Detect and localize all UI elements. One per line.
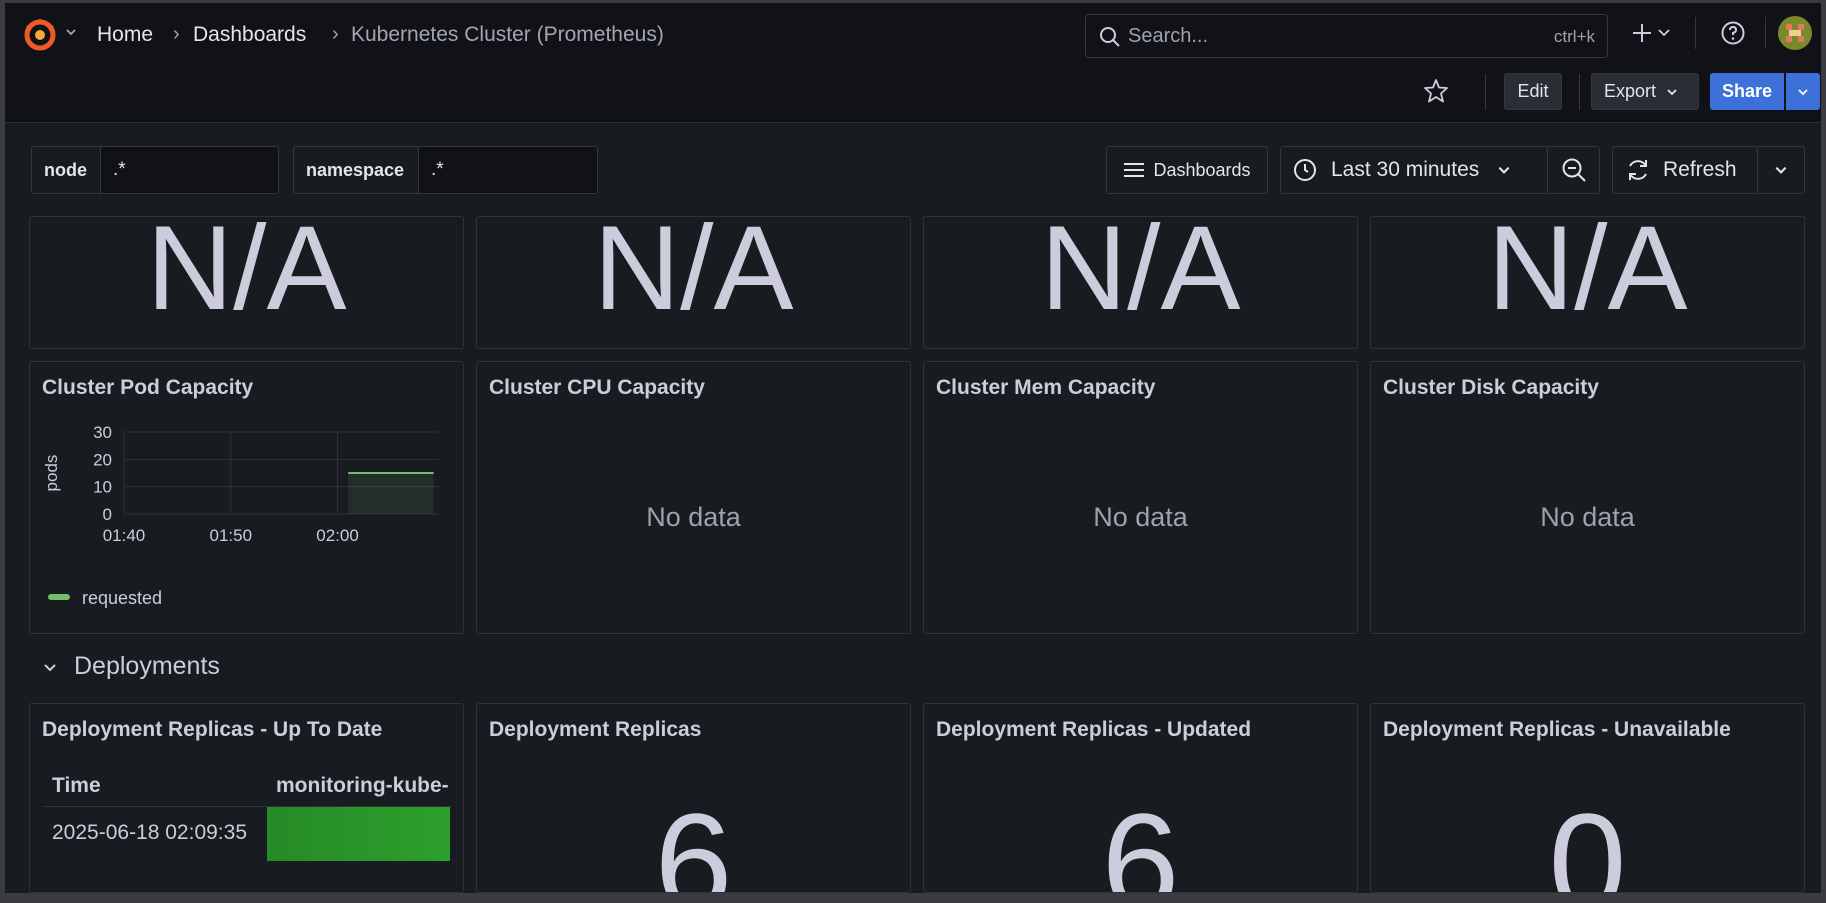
share-options-button[interactable] [1786,73,1820,110]
deployment-replicas-panel[interactable]: Deployment Replicas 6 [476,703,911,893]
table-header-series[interactable]: monitoring-kube- [276,774,462,798]
y-tick-label: 20 [93,450,112,469]
refresh-interval-button[interactable] [1757,146,1805,194]
panel-title: Cluster Mem Capacity [936,376,1156,399]
dashboards-button[interactable]: Dashboards [1106,146,1268,194]
stat-value: 6 [1101,784,1180,893]
cluster-disk-capacity-panel[interactable]: Cluster Disk Capacity No data [1370,361,1805,634]
table-row-divider [42,892,452,893]
share-button[interactable]: Share [1710,73,1784,110]
x-tick-label: 02:00 [316,526,359,545]
y-axis-label: pods [42,455,61,492]
breadcrumb-separator: › [332,23,339,45]
chevron-down-icon [1667,88,1677,95]
chevron-down-icon [1498,166,1510,174]
chevron-down-icon [1775,166,1787,174]
stat-value: N/A [1487,216,1688,335]
clock-icon [1294,159,1316,181]
deployment-replicas-up-to-date-panel[interactable]: Deployment Replicas - Up To Date Time mo… [29,703,464,893]
star-icon[interactable] [1423,78,1449,104]
menu-icon [1124,163,1145,177]
table-row[interactable]: 2025-06-18 02:09:35 [42,807,452,861]
series-area-requested [348,473,434,514]
deployment-replicas-unavailable-panel[interactable]: Deployment Replicas - Unavailable 0 [1370,703,1805,893]
zoom-out-icon [1562,158,1586,182]
stat-value: 0 [1548,784,1627,893]
row-collapse-chevron-icon[interactable] [42,661,58,675]
breadcrumb-home[interactable]: Home [97,23,153,47]
variable-namespace-select[interactable]: .* [419,146,598,194]
panel-title: Deployment Replicas - Unavailable [1383,718,1731,741]
cluster-mem-capacity-panel[interactable]: Cluster Mem Capacity No data [923,361,1358,634]
search-icon [1099,26,1121,48]
time-range-label: Last 30 minutes [1331,158,1480,181]
edit-button[interactable]: Edit [1504,73,1562,110]
chevron-down-icon [1798,88,1808,95]
stat-value: N/A [593,216,794,335]
panel-title: Deployment Replicas - Up To Date [42,718,383,741]
stat-value: N/A [1040,216,1241,335]
dashboard-toolbar: Edit Export Share [5,62,1821,123]
panel-title: Cluster Pod Capacity [42,376,254,399]
user-avatar[interactable] [1778,16,1812,50]
stat-panel[interactable]: N/A [923,216,1358,349]
search-shortcut: ctrl+k [1553,27,1595,46]
panel-title: Cluster CPU Capacity [489,376,705,399]
breadcrumb-current: Kubernetes Cluster (Prometheus) [351,23,664,46]
time-range-picker[interactable]: Last 30 minutes [1280,146,1548,194]
zoom-out-button[interactable] [1547,146,1600,194]
legend-swatch [48,594,70,600]
cluster-pod-capacity-panel[interactable]: Cluster Pod Capacity 30 20 10 0 01:40 01:50 02… [29,361,464,634]
stat-value: N/A [146,216,347,335]
search-input[interactable]: Search... ctrl+k [1085,14,1608,58]
y-tick-label: 30 [93,423,112,442]
no-data-message: No data [646,502,741,532]
grafana-logo-icon[interactable] [20,14,60,54]
divider [1695,17,1696,49]
variable-node-label: node [31,146,101,194]
deployment-replicas-updated-panel[interactable]: Deployment Replicas - Updated 6 [923,703,1358,893]
stat-panel[interactable]: N/A [476,216,911,349]
table-cell-value [267,807,450,861]
top-nav: Home › Dashboards › Kubernetes Cluster (… [5,3,1821,63]
panel-title: Deployment Replicas [489,718,702,741]
refresh-label: Refresh [1663,158,1737,181]
panel-title: Cluster Disk Capacity [1383,376,1599,399]
pod-capacity-chart: 30 20 10 0 01:40 01:50 02:00 pods [42,423,439,545]
table-header-time[interactable]: Time [52,774,101,798]
x-tick-label: 01:50 [210,526,253,545]
divider [1485,74,1486,110]
breadcrumb-dashboards[interactable]: Dashboards [193,23,306,47]
breadcrumb-separator: › [173,23,180,45]
stat-panel[interactable]: N/A [1370,216,1805,349]
y-tick-label: 10 [93,478,112,497]
divider [1579,74,1580,110]
divider [1765,17,1766,49]
legend-label[interactable]: requested [82,588,162,609]
table-cell-time: 2025-06-18 02:09:35 [52,821,247,844]
cluster-cpu-capacity-panel[interactable]: Cluster CPU Capacity No data [476,361,911,634]
stat-value: 6 [654,784,733,893]
help-icon[interactable] [1720,20,1746,46]
export-button[interactable]: Export [1591,73,1699,110]
refresh-icon [1629,160,1647,180]
add-icon[interactable] [1632,22,1672,44]
no-data-message: No data [1093,502,1188,532]
dashboards-label: Dashboards [1153,159,1251,180]
variable-namespace-label: namespace [293,146,419,194]
y-tick-label: 0 [103,505,112,524]
panel-title: Deployment Replicas - Updated [936,718,1252,741]
export-label: Export [1604,81,1657,101]
stat-panel[interactable]: N/A [29,216,464,349]
variable-node-select[interactable]: .* [101,146,279,194]
refresh-button[interactable]: Refresh [1612,146,1758,194]
no-data-message: No data [1540,502,1635,532]
row-title-deployments[interactable]: Deployments [74,652,220,681]
x-tick-label: 01:40 [103,526,146,545]
logo-chevron-down-icon[interactable] [65,26,77,38]
search-placeholder: Search... [1128,25,1209,47]
